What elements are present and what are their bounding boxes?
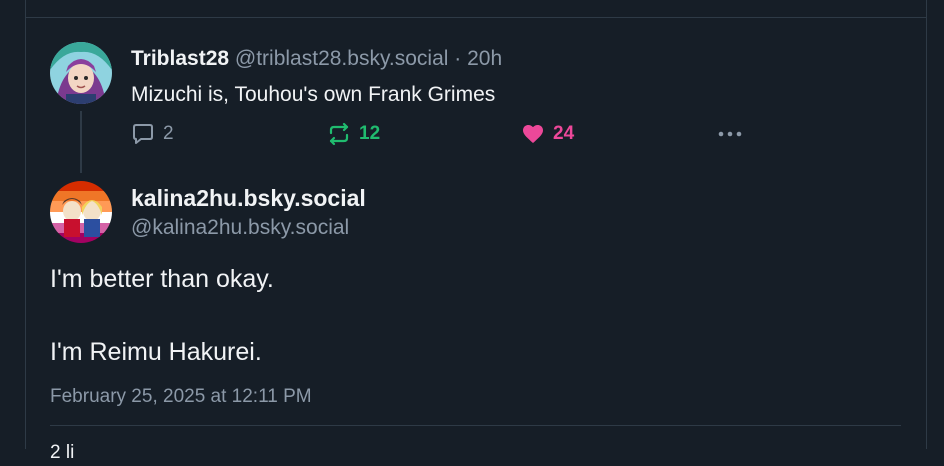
more-dots-icon (716, 120, 744, 148)
parent-post-time[interactable]: 20h (467, 47, 502, 70)
parent-post-text[interactable]: Mizuchi is, Touhou's own Frank Grimes (131, 81, 495, 109)
parent-display-name[interactable]: Triblast28 (131, 47, 229, 70)
post-text-line-2: I'm Reimu Hakurei. (50, 338, 262, 366)
repost-button[interactable]: 12 (327, 120, 380, 148)
stats-divider (50, 425, 901, 426)
repost-icon (327, 122, 351, 146)
post-timestamp[interactable]: February 25, 2025 at 12:11 PM (50, 384, 312, 410)
like-count: 24 (553, 123, 575, 144)
reply-count: 2 (163, 123, 174, 144)
post-text-line-1: I'm better than okay. (50, 265, 274, 293)
main-avatar[interactable] (50, 181, 112, 243)
heart-icon (521, 122, 545, 146)
top-divider (25, 17, 926, 18)
reply-button[interactable]: 2 (131, 120, 174, 148)
reply-icon (131, 122, 155, 146)
parent-avatar[interactable] (50, 42, 112, 104)
separator-dot: · (454, 47, 462, 70)
main-display-name[interactable]: kalina2hu.bsky.social (131, 183, 366, 213)
more-options-button[interactable] (716, 120, 744, 148)
main-handle[interactable]: @kalina2hu.bsky.social (131, 214, 349, 242)
repost-count: 12 (359, 123, 381, 144)
parent-handle[interactable]: @triblast28.bsky.social (235, 47, 449, 70)
like-button[interactable]: 24 (521, 120, 574, 148)
thread-connector-line (80, 111, 82, 173)
parent-post-header: Triblast28 @triblast28.bsky.social · 20h (131, 45, 502, 73)
likes-count-partial[interactable]: 2 li (50, 440, 74, 466)
